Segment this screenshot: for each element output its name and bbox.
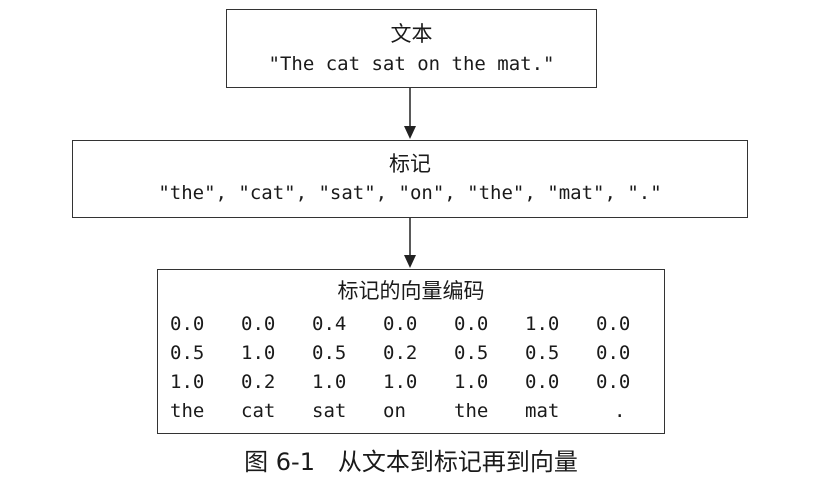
token-label: the (170, 400, 205, 422)
token-label: the (454, 400, 489, 422)
vectors-box: 标记的向量编码 0.0 0.0 0.4 0.0 0.0 1.0 0.0 0.5 … (157, 269, 665, 434)
vector-value: 0.0 (596, 313, 631, 335)
vector-grid: 0.0 0.0 0.4 0.0 0.0 1.0 0.0 0.5 1.0 0.5 … (170, 310, 664, 426)
vectors-box-title: 标记的向量编码 (337, 279, 485, 303)
figure-caption: 图 6-1 从文本到标记再到向量 (244, 448, 578, 476)
vector-value: 1.0 (383, 371, 418, 393)
vector-value: 0.4 (312, 313, 347, 335)
vector-value: 0.2 (241, 371, 276, 393)
vector-value: 0.0 (383, 313, 418, 335)
vector-value: 1.0 (525, 313, 560, 335)
token-label: . (614, 400, 626, 422)
vector-value: 0.5 (454, 342, 489, 364)
token-label: on (383, 400, 406, 422)
vector-value: 0.0 (596, 371, 631, 393)
vector-value: 1.0 (454, 371, 489, 393)
token-label: cat (241, 400, 276, 422)
vector-value: 0.5 (170, 342, 205, 364)
vector-value: 0.0 (454, 313, 489, 335)
vector-value: 0.2 (383, 342, 418, 364)
vector-value: 1.0 (241, 342, 276, 364)
vector-value: 0.0 (241, 313, 276, 335)
vector-value: 1.0 (170, 371, 205, 393)
token-label: sat (312, 400, 347, 422)
vector-value: 0.0 (596, 342, 631, 364)
vector-value: 0.5 (525, 342, 560, 364)
vector-value: 0.0 (170, 313, 205, 335)
vector-value: 1.0 (312, 371, 347, 393)
vector-value: 0.5 (312, 342, 347, 364)
vector-value: 0.0 (525, 371, 560, 393)
token-label: mat (525, 400, 560, 422)
